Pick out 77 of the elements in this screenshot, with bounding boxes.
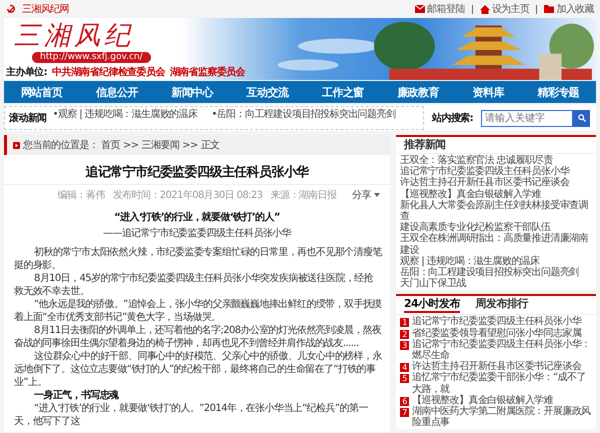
top-link[interactable]: 设为主页	[480, 2, 530, 16]
news-link[interactable]: 追记常宁市纪委监委四级主任科员张小华	[400, 166, 592, 178]
news-link[interactable]: 王双全在株洲调研指出：高质量推进清廉湖南建设	[400, 233, 592, 256]
article-quote: “进入‘打铁’的行业，就要做‘铁打’的人”	[113, 210, 281, 224]
ticker-item[interactable]: •观察 | 违规吃喝：滋生腐败的温床	[52, 107, 198, 121]
ticker-label: 滚动新闻	[9, 111, 47, 125]
sponsor-name: 中共湖南省纪律检查委员会	[52, 66, 165, 79]
breadcrumb-label: 您当前的位置是：	[23, 138, 98, 152]
article-paragraph: “他永远是我的骄傲。”追悼会上，张小华的父亲颤巍巍地捧出鲜红的绶带，双手抚摸着上面“全市优秀支部书记”黄色大字，当场做哭。	[14, 298, 382, 324]
top-link[interactable]: 加入收藏	[544, 2, 594, 16]
news-link[interactable]: 追忆常宁市纪委监委干部张小华：“成不了大路，就	[412, 372, 592, 395]
nav-item[interactable]: 新闻中心	[171, 84, 214, 100]
nav-item[interactable]: 资料库	[472, 84, 504, 100]
breadcrumb-link[interactable]: 三湘要闻	[142, 138, 180, 152]
nav-item[interactable]: 廉政教育	[397, 84, 439, 100]
nav-item[interactable]: 信息公开	[96, 84, 138, 100]
news-link[interactable]: 省纪委监委领导看望慰问张小华同志家属	[412, 328, 582, 339]
sponsor-label: 主办单位:	[6, 66, 47, 79]
rank-badge: 2	[400, 330, 409, 339]
nav-item[interactable]: 工作之窗	[322, 84, 364, 100]
breadcrumb-separator: >>	[123, 140, 139, 150]
rank-badge: 5	[400, 374, 409, 384]
news-link[interactable]: 追记常宁市纪委监委四级主任科员张小华：燃尽生命	[412, 338, 592, 362]
news-link[interactable]: 建设高素质专业化纪检监察干部队伍	[400, 222, 592, 234]
search-button[interactable]	[573, 110, 590, 126]
play-icon	[13, 142, 20, 148]
search-field[interactable]: 请输入关键字	[481, 110, 573, 126]
envelope-icon	[415, 5, 426, 13]
site-name: 三湘风纪网	[22, 2, 70, 16]
house-icon	[480, 4, 490, 14]
news-link[interactable]: 许达哲主持召开新任县市区委书记座谈会	[412, 361, 582, 372]
rank-badge: 6	[400, 396, 409, 406]
site-url: http://www.sxfj.gov.cn/	[32, 52, 151, 63]
article-paragraph: 这位群众心中的好干部、同事心中的好模范、父亲心中的骄傲、儿女心中的榜样，永远地倒下了。这位立志要做“铁打的人”的纪检干部，最终将自己的生命留在了“打铁的事业”上。	[14, 350, 382, 389]
news-link[interactable]: 【巡视整改】真金白银破解入学难	[400, 188, 592, 200]
search-label: 站内搜索:	[432, 112, 473, 125]
news-link[interactable]: 新化县人大常委会原副主任刘扶林接受审查调查	[400, 200, 592, 222]
sponsor-name: 湖南省监察委员会	[170, 66, 246, 79]
top-link[interactable]: 邮箱登陆	[415, 2, 465, 16]
news-link[interactable]: 【巡视整改】真金白银破解入学难	[412, 394, 554, 406]
article-paragraph: 8月10日，45岁的常宁市纪委监委四级主任科员张小华突发疾病被送往医院，经抢救无效不幸去世。	[14, 272, 374, 298]
panel-title: 推荐新闻	[396, 137, 596, 154]
nav-item[interactable]: 互动交流	[246, 84, 288, 100]
article-byline: ——追记常宁市纪委监委四级主任科员张小华	[102, 226, 292, 240]
article-title: 追记常宁市纪委监委四级主任科员张小华	[84, 164, 310, 181]
section-heading: 一身正气，书写忠魂	[33, 389, 120, 402]
folder-icon	[544, 5, 554, 13]
article-meta: 发布时间：2021年08月30日 08:23	[112, 188, 262, 202]
ranking-tab[interactable]: 24小时发布	[404, 297, 460, 314]
news-link[interactable]: 追记常宁市纪委监委四级主任科员张小华	[412, 316, 582, 328]
news-link[interactable]: 观察 | 违规吃喝：滋生腐败的温床	[400, 256, 592, 268]
emblem-icon	[6, 4, 16, 14]
breadcrumb-link[interactable]: 正文	[200, 138, 220, 152]
news-link[interactable]: 许达哲主持召开新任县市区委书记座谈会	[400, 177, 592, 189]
share-button[interactable]: 分享	[352, 188, 380, 202]
caret-icon	[374, 193, 380, 197]
news-link[interactable]: 岳阳：向工程建设项目招投标突出问题亮剑	[400, 267, 592, 278]
article-meta: 编辑：蒋伟	[58, 188, 105, 202]
nav-item[interactable]: 网站首页	[20, 84, 62, 100]
article-meta: 来源：湖南日报	[270, 188, 336, 202]
breadcrumb-separator: >>	[182, 140, 198, 150]
breadcrumb-link[interactable]: 首页	[101, 138, 120, 152]
article-paragraph: 初秋的常宁市太阳依然火辣，市纪委监委专案组忙碌的日常里，再也不见那个清瘦笔挺的身影。	[14, 246, 382, 272]
article-paragraph: “进入‘打铁’的行业，就要做‘铁打’的人。”2014年，在张小华当上“纪检兵”的第一天，他写下了这	[14, 402, 369, 428]
search-icon	[578, 114, 586, 122]
ranking-tab[interactable]: 周发布排行	[476, 297, 528, 314]
news-link[interactable]: 湖南中医药大学第二附属医院：开展廉政风险重点事	[412, 406, 592, 428]
news-link[interactable]: 王双全：落实监察官法 忠诚履职尽责	[400, 155, 592, 166]
site-logo: 三湘风纪	[14, 20, 134, 52]
rank-badge: 7	[400, 408, 409, 418]
article-paragraph: 8月11日去衡阳的外调单上，还写着他的名字;208办公室的灯光依然亮到凌晨，熬夜奋战的同事徐田生偶尔望着身边的椅子愣神，却再也见不到曾经并肩作战的战友......	[14, 324, 382, 350]
nav-item[interactable]: 精彩专题	[538, 84, 580, 100]
rank-badge: 3	[400, 340, 409, 350]
ticker-item[interactable]: •岳阳：向工程建设项目招投标突出问题亮剑	[211, 107, 396, 121]
rank-badge: 4	[400, 363, 409, 372]
news-link[interactable]: 天门山下保卫战	[400, 278, 592, 290]
rank-badge: 1	[400, 318, 409, 328]
